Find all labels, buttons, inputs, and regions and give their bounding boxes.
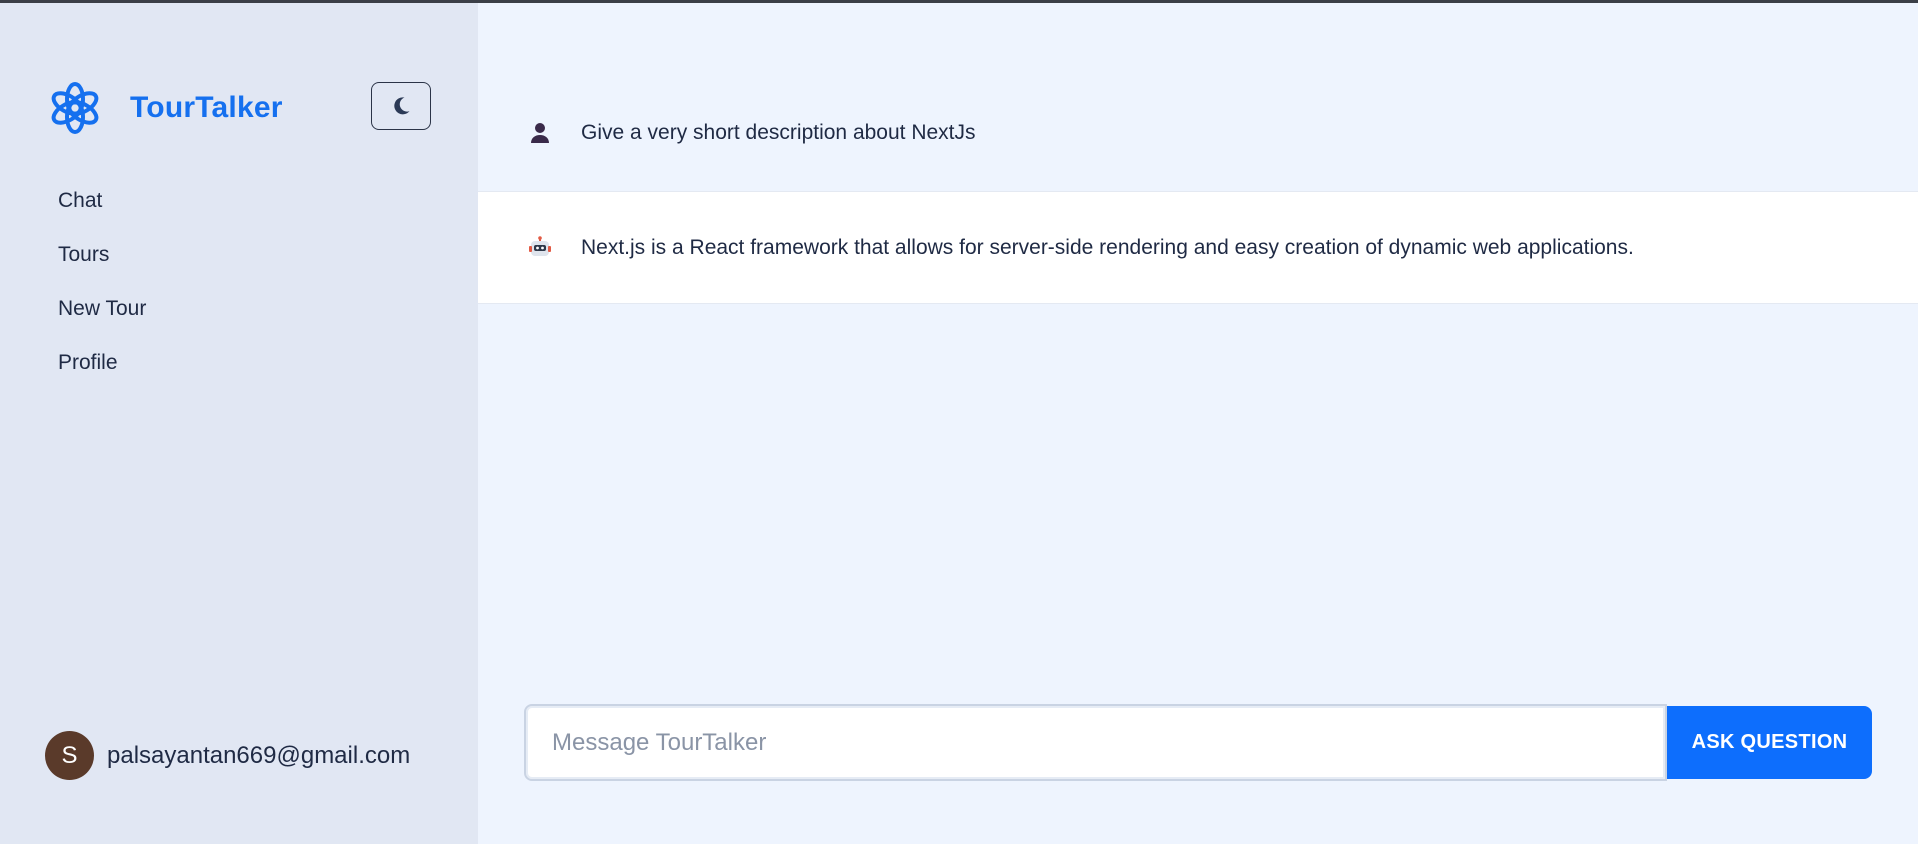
sidebar-item-profile[interactable]: Profile [58,345,146,399]
chat-message-assistant: Next.js is a React framework that allows… [478,191,1918,304]
chat-main: Give a very short description about Next… [478,3,1918,844]
message-composer: ASK QUESTION [524,704,1872,781]
user-account[interactable]: S palsayantan669@gmail.com [45,731,410,780]
chat-message-user: Give a very short description about Next… [478,75,1918,191]
sidebar-item-tours[interactable]: Tours [58,237,146,291]
brand[interactable]: TourTalker [47,79,283,137]
user-email: palsayantan669@gmail.com [107,741,411,769]
sidebar-item-new-tour[interactable]: New Tour [58,291,146,345]
user-silhouette-icon [527,120,553,146]
message-text: Next.js is a React framework that allows… [581,235,1634,259]
sidebar-item-chat[interactable]: Chat [58,183,146,237]
moon-icon [394,97,410,115]
app-name: TourTalker [130,91,283,124]
ask-question-button[interactable]: ASK QUESTION [1667,706,1872,779]
theme-toggle-button[interactable] [371,82,431,130]
robot-icon [527,235,553,261]
message-input[interactable] [524,704,1667,781]
sidebar-nav: Chat Tours New Tour Profile [58,183,146,399]
sidebar: TourTalker Chat Tours New Tour Profile S… [0,3,478,844]
openai-knot-icon [51,82,99,134]
avatar: S [45,731,94,780]
message-text: Give a very short description about Next… [581,121,976,144]
